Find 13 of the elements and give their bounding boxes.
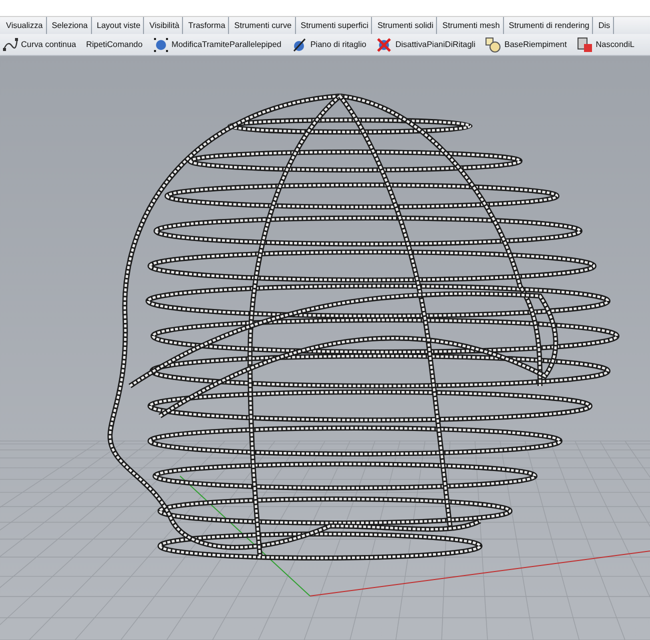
clipping-plane-icon (291, 36, 308, 52)
box-cage-icon (152, 36, 169, 52)
toolbar-button[interactable]: BaseRiempiment (483, 36, 569, 52)
fill-shape-icon (485, 36, 502, 52)
hide-object-icon (576, 36, 593, 52)
toolbar-button[interactable]: NascondiL (574, 36, 636, 52)
toolbar-button[interactable]: Piano di ritaglio (289, 36, 368, 52)
toolbar-button[interactable]: ModificaTramiteParallelepiped (150, 36, 284, 52)
toolbar-button[interactable]: DisattivaPianiDiRitagli (374, 36, 478, 52)
toolbar-button[interactable]: RipetiComando (84, 40, 145, 49)
curve-points-icon (2, 36, 18, 52)
clipping-plane-cross-icon (376, 36, 392, 52)
toolbar-button[interactable]: Curva continua (0, 36, 78, 52)
